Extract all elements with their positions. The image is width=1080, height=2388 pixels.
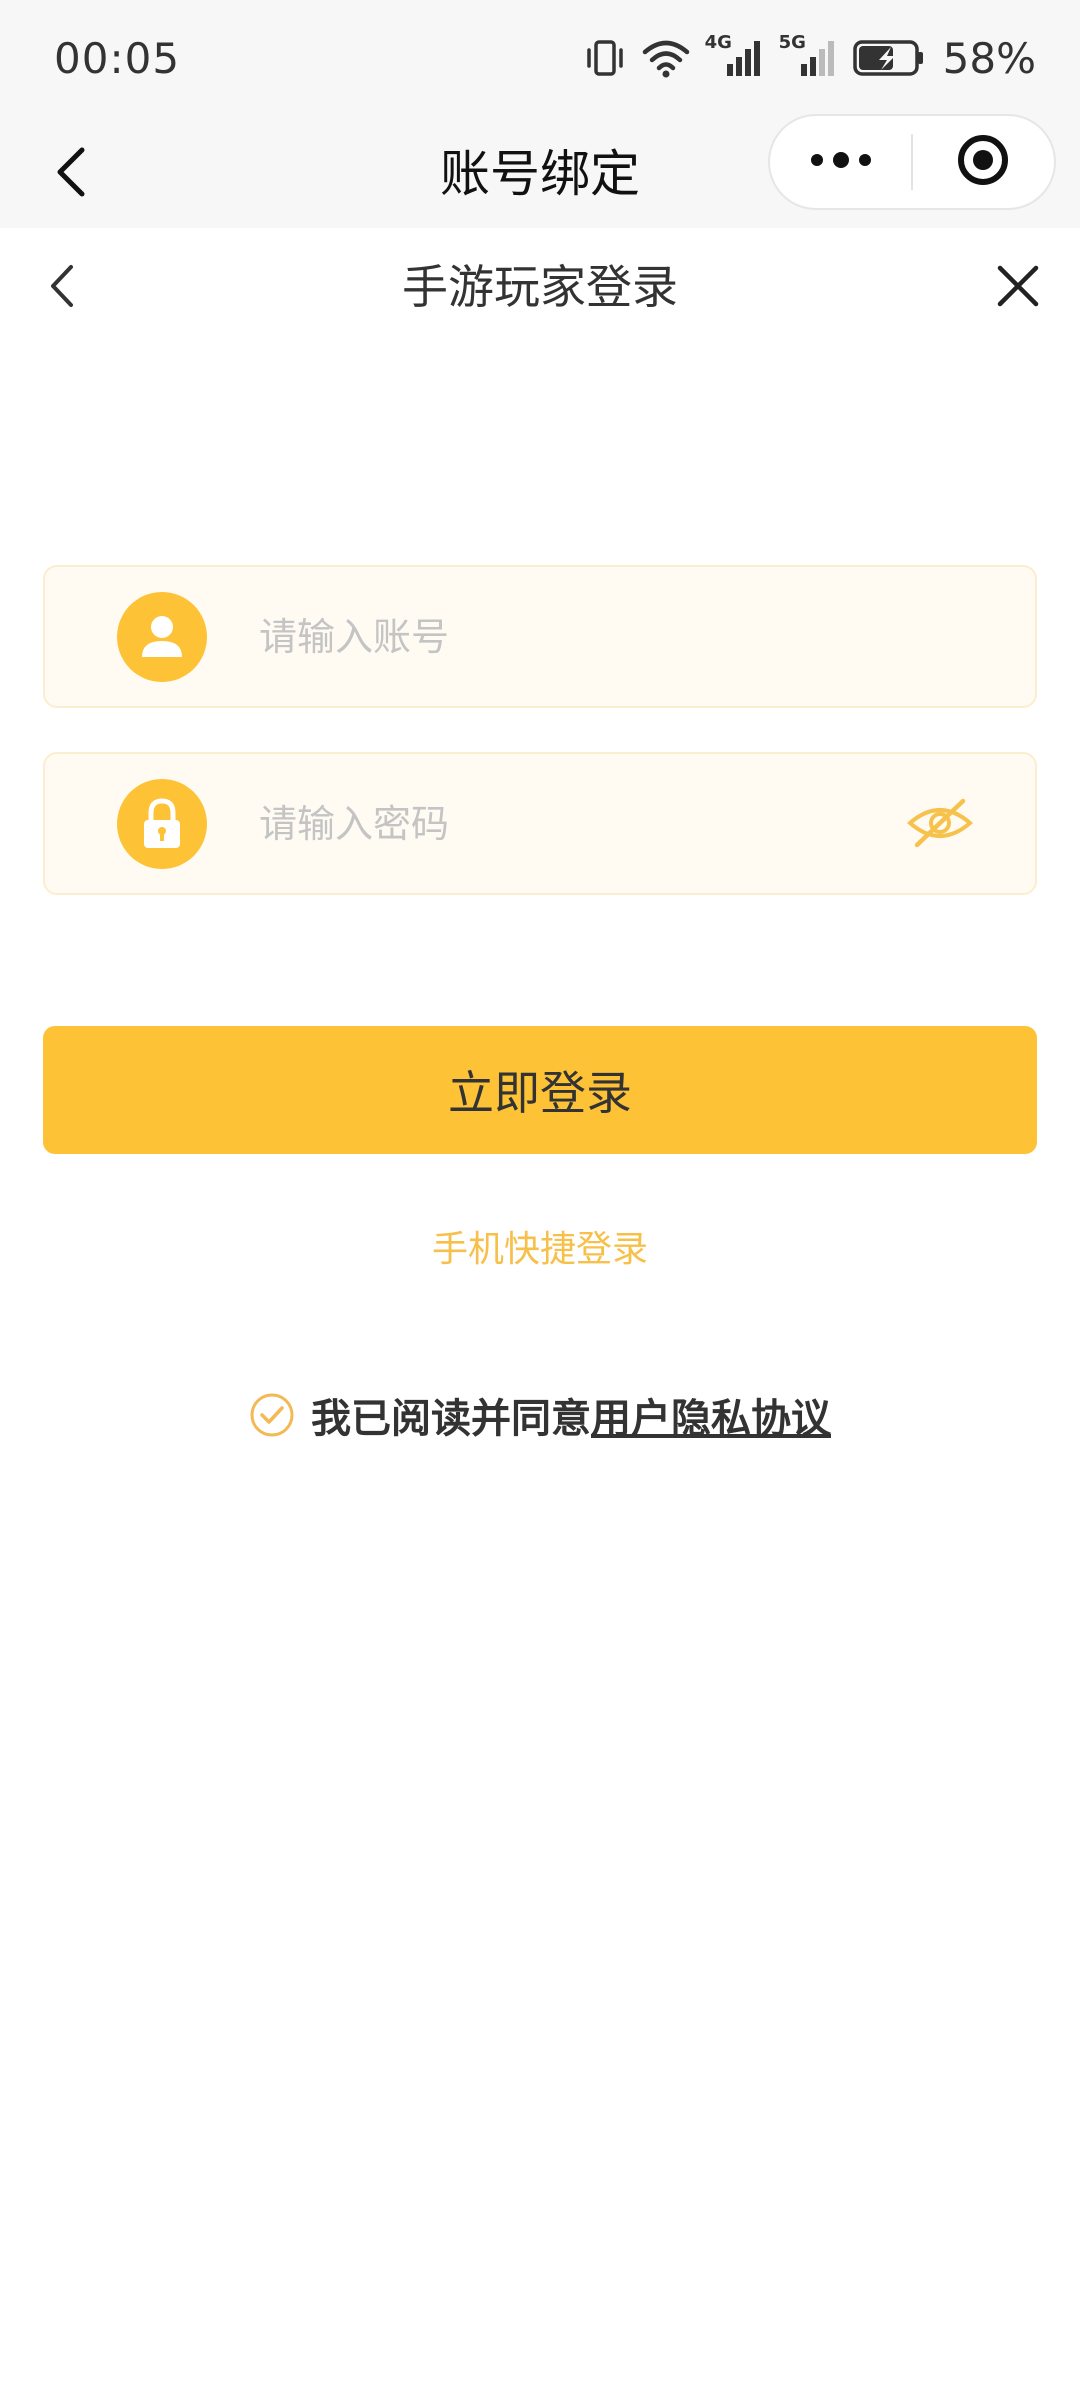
- more-dots-icon: [809, 150, 873, 174]
- agreement-row: 我已阅读并同意 用户隐私协议: [0, 1384, 1080, 1446]
- login-button[interactable]: 立即登录: [43, 1026, 1037, 1154]
- lock-icon: [117, 779, 207, 869]
- page-close-button[interactable]: [986, 256, 1050, 320]
- agreement-checkbox[interactable]: [249, 1392, 295, 1438]
- page-title: 手游玩家登录: [402, 260, 678, 314]
- vibrate-icon: [583, 36, 627, 80]
- account-field[interactable]: [43, 565, 1037, 708]
- battery-percentage: 58%: [942, 33, 1036, 83]
- privacy-agreement-link[interactable]: 用户隐私协议: [591, 1386, 831, 1444]
- page-header: 手游玩家登录: [0, 228, 1080, 364]
- exit-miniprogram-button[interactable]: [913, 116, 1054, 208]
- more-button[interactable]: [770, 116, 911, 208]
- close-icon: [994, 262, 1042, 314]
- mini-program-capsule: [768, 114, 1056, 210]
- target-circle-icon: [955, 132, 1011, 192]
- status-bar: 00:05 4G 5G 58%: [0, 0, 1080, 120]
- password-visibility-toggle[interactable]: [905, 792, 975, 858]
- signal-5g-icon: 5G: [779, 32, 839, 80]
- agreement-text: 我已阅读并同意: [311, 1396, 591, 1442]
- battery-charging-icon: [852, 38, 925, 78]
- check-circle-icon: [250, 1393, 294, 1437]
- password-input[interactable]: [259, 784, 899, 864]
- signal-4g-icon: 4G: [705, 32, 765, 80]
- status-icons: 4G 5G 58%: [583, 30, 1036, 86]
- account-input[interactable]: [259, 597, 899, 677]
- phone-quick-login-link[interactable]: 手机快捷登录: [0, 1222, 1080, 1278]
- password-field[interactable]: [43, 752, 1037, 895]
- eye-off-icon: [905, 795, 975, 855]
- user-icon: [117, 592, 207, 682]
- status-time: 00:05: [54, 34, 181, 83]
- wifi-icon: [641, 36, 691, 80]
